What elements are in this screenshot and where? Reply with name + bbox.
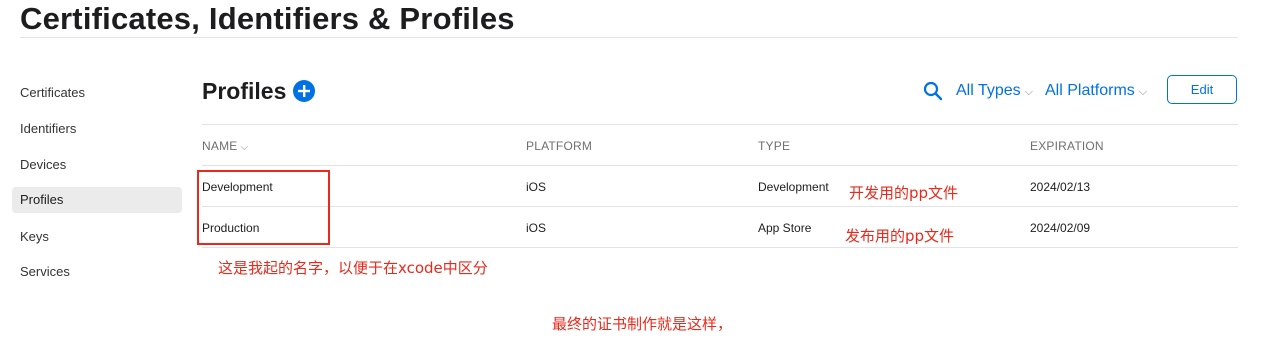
profile-type: Development	[758, 180, 829, 194]
annotation-dev-note: 开发用的pp文件	[849, 184, 959, 202]
profile-platform: iOS	[526, 180, 547, 194]
annotation-name-note: 这是我起的名字，以便于在xcode中区分	[218, 259, 488, 277]
sidebar-item-devices[interactable]: Devices	[12, 152, 182, 178]
column-header-platform[interactable]: PLATFORM	[526, 138, 592, 154]
sidebar-item-identifiers[interactable]: Identifiers	[12, 116, 182, 142]
column-header-expiration[interactable]: EXPIRATION	[1030, 138, 1104, 154]
type-filter-label: All Types	[956, 82, 1021, 99]
title-divider	[20, 37, 1238, 38]
platform-filter-dropdown[interactable]: All Platforms ⌵	[1045, 81, 1147, 102]
sidebar-item-profiles[interactable]: Profiles	[12, 187, 182, 213]
annotation-footer-note: 最终的证书制作就是这样，	[552, 315, 733, 333]
table-top-divider	[202, 124, 1238, 125]
plus-circle-icon	[298, 85, 310, 97]
page-title: Certificates, Identifiers & Profiles	[20, 1, 515, 36]
edit-button[interactable]: Edit	[1167, 75, 1237, 104]
add-profile-button[interactable]	[293, 80, 315, 102]
chevron-down-icon: ⌵	[1138, 86, 1148, 98]
search-icon	[923, 81, 943, 101]
column-header-name[interactable]: NAME ⌵	[202, 138, 248, 156]
profile-expiration: 2024/02/13	[1030, 180, 1091, 194]
profile-platform: iOS	[526, 221, 547, 235]
section-title: Profiles	[202, 78, 287, 104]
sidebar-item-keys[interactable]: Keys	[12, 224, 182, 250]
annotation-highlight-box	[197, 170, 330, 245]
row-divider	[202, 247, 1238, 248]
chevron-down-icon: ⌵	[240, 142, 249, 153]
header-divider	[202, 165, 1238, 166]
column-header-name-label: NAME	[202, 139, 238, 153]
profile-type: App Store	[758, 221, 812, 235]
row-divider	[202, 206, 1238, 207]
sidebar-item-services[interactable]: Services	[12, 259, 182, 285]
chevron-down-icon: ⌵	[1024, 86, 1033, 98]
profile-expiration: 2024/02/09	[1030, 221, 1091, 235]
search-button[interactable]	[923, 81, 943, 101]
platform-filter-label: All Platforms	[1045, 82, 1135, 99]
annotation-prod-note: 发布用的pp文件	[845, 227, 955, 245]
sidebar-item-certificates[interactable]: Certificates	[12, 80, 182, 106]
type-filter-dropdown[interactable]: All Types ⌵	[956, 81, 1033, 102]
column-header-type[interactable]: TYPE	[758, 138, 790, 154]
